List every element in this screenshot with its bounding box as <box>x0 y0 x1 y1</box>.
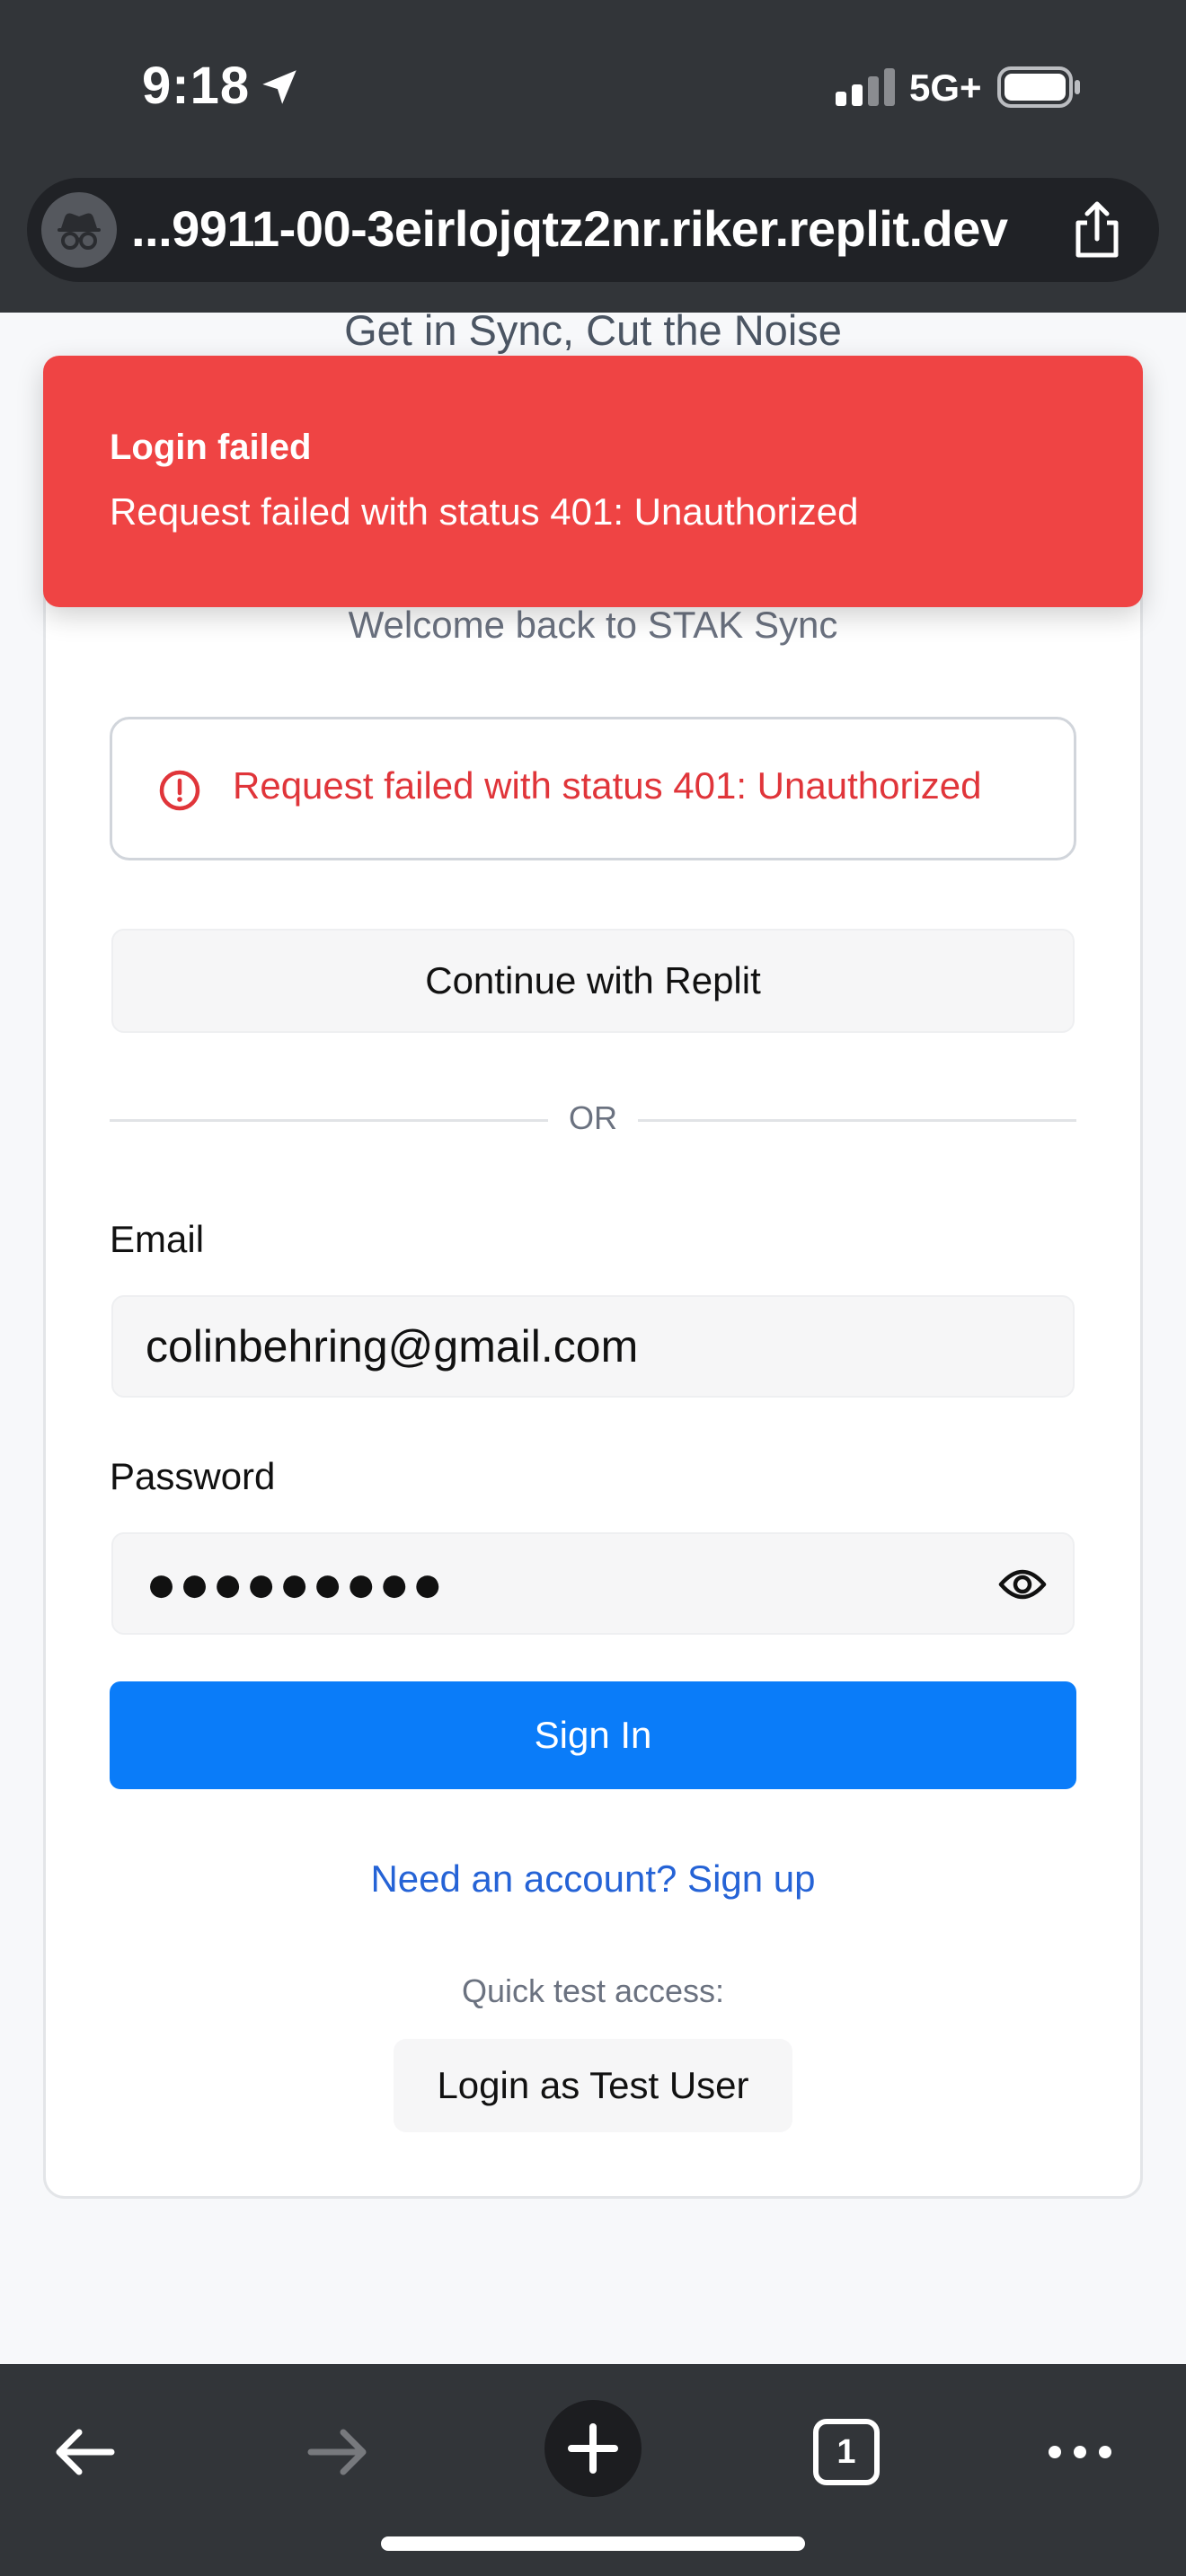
alert-circle-icon <box>159 770 200 811</box>
new-tab-button[interactable] <box>544 2400 642 2497</box>
back-arrow-icon[interactable] <box>49 2416 120 2488</box>
browser-bottom-toolbar: 1 <box>0 2364 1186 2576</box>
plus-icon <box>568 2423 618 2474</box>
home-indicator <box>381 2536 805 2551</box>
email-field[interactable] <box>111 1295 1075 1398</box>
error-alert: Request failed with status 401: Unauthor… <box>110 717 1076 860</box>
toast-title: Login failed <box>110 428 312 467</box>
sign-up-link[interactable]: Need an account? Sign up <box>0 1857 1186 1901</box>
more-icon[interactable] <box>1044 2436 1116 2468</box>
error-toast[interactable]: Login failed Request failed with status … <box>43 356 1143 607</box>
login-as-test-user-button[interactable]: Login as Test User <box>394 2039 792 2132</box>
battery-icon <box>997 66 1080 108</box>
divider-line-right <box>638 1119 1076 1122</box>
browser-top-chrome: 9:18 5G+ ...9911-00-3eirlojqtz2nr.riker.… <box>0 0 1186 313</box>
email-label: Email <box>110 1218 205 1260</box>
password-field[interactable]: ●●●●●●●●● <box>111 1532 1075 1635</box>
forward-arrow-icon[interactable] <box>302 2416 374 2488</box>
eye-icon[interactable] <box>997 1561 1048 1608</box>
share-icon[interactable] <box>1066 199 1128 262</box>
tab-switcher-icon[interactable]: 1 <box>810 2416 882 2488</box>
status-time: 9:18 <box>142 57 251 115</box>
network-type-label: 5G+ <box>909 66 982 109</box>
divider-or-label: OR <box>569 1099 617 1136</box>
welcome-text: Welcome back to STAK Sync <box>348 604 838 646</box>
cellular-signal-icon <box>836 68 895 106</box>
password-label: Password <box>110 1455 276 1497</box>
tab-count: 1 <box>836 2433 856 2471</box>
toast-message: Request failed with status 401: Unauthor… <box>110 490 859 533</box>
quick-test-label: Quick test access: <box>461 1972 725 2009</box>
page-tagline: Get in Sync, Cut the Noise <box>344 306 842 354</box>
url-text[interactable]: ...9911-00-3eirlojqtz2nr.riker.replit.de… <box>131 199 1008 258</box>
divider-line-left <box>110 1119 548 1122</box>
continue-with-replit-button[interactable]: Continue with Replit <box>111 929 1075 1033</box>
location-arrow-icon <box>262 70 296 104</box>
incognito-icon[interactable] <box>41 192 117 268</box>
login-card <box>43 377 1143 2199</box>
address-bar[interactable]: ...9911-00-3eirlojqtz2nr.riker.replit.de… <box>27 178 1159 282</box>
password-mask: ●●●●●●●●● <box>146 1555 446 1613</box>
error-alert-text: Request failed with status 401: Unauthor… <box>233 764 982 807</box>
sign-in-button[interactable]: Sign In <box>110 1681 1076 1789</box>
